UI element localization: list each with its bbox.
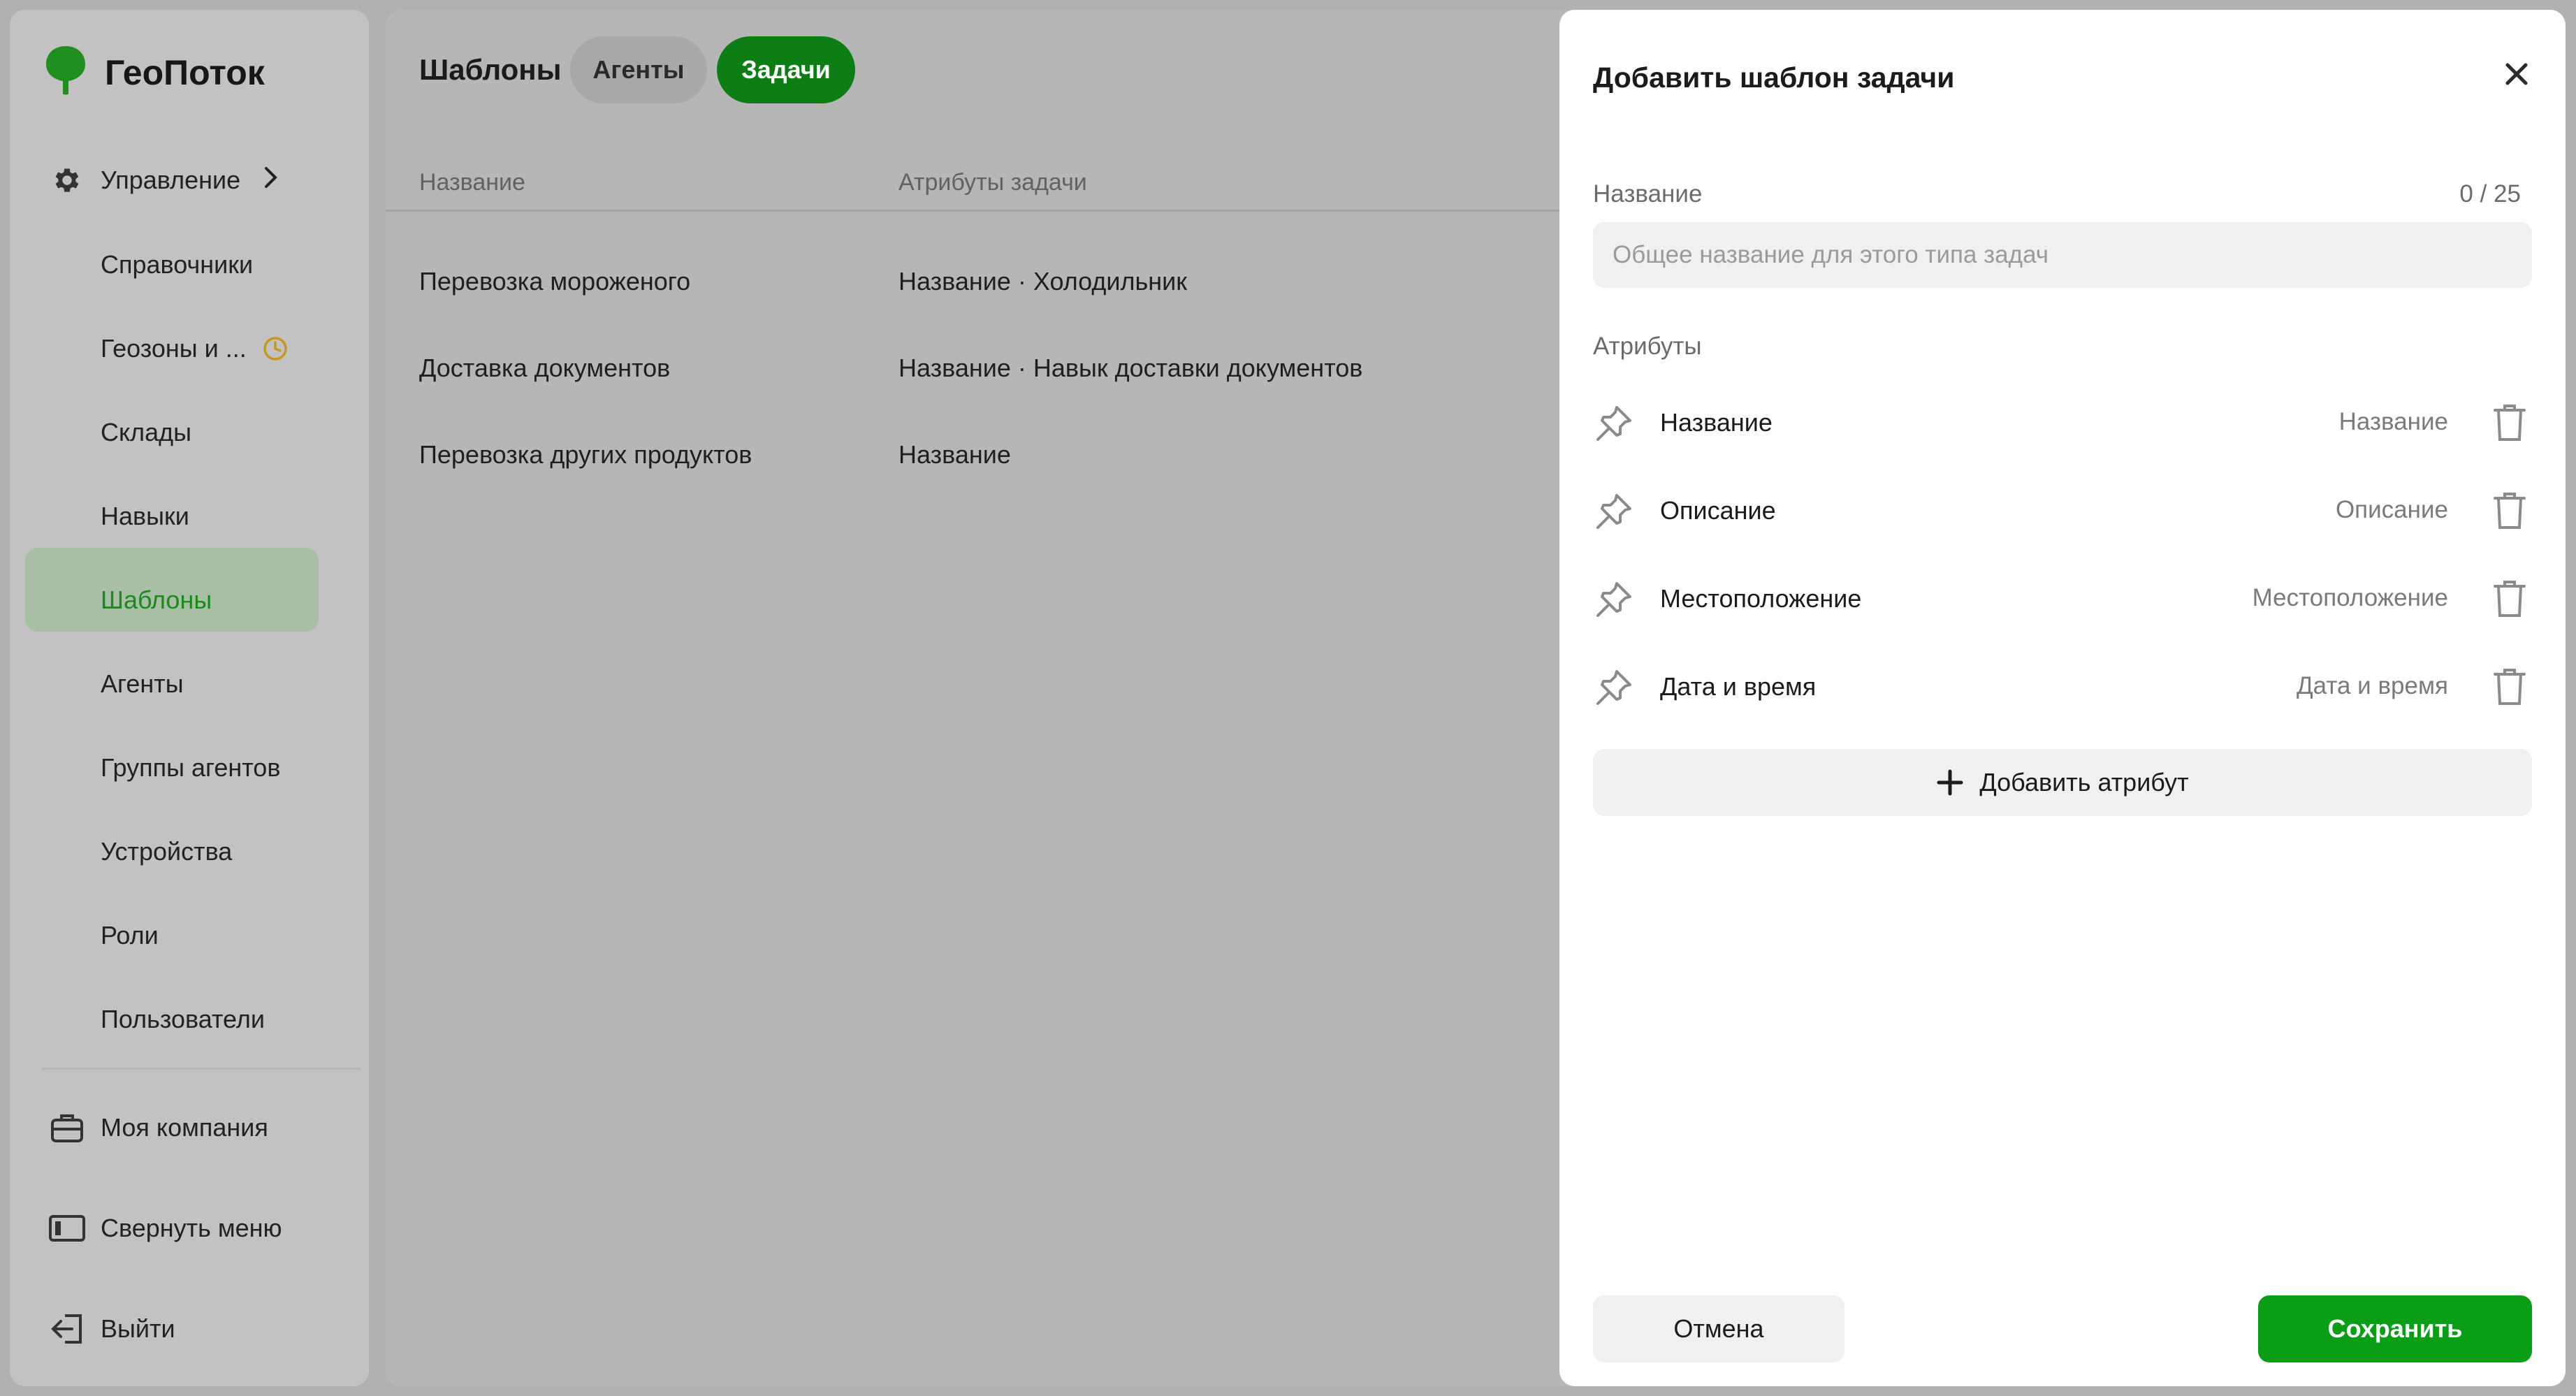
- sidebar-item-label: Роли: [101, 921, 159, 950]
- sidebar-item-agents[interactable]: Агенты: [101, 669, 184, 699]
- leaf-pin-icon: [45, 45, 87, 100]
- tab-tasks[interactable]: Задачи: [717, 36, 855, 103]
- pin-icon[interactable]: [1593, 402, 1635, 444]
- table-cell-name[interactable]: Перевозка других продуктов: [419, 440, 752, 470]
- delete-attribute-button[interactable]: [2487, 490, 2532, 534]
- delete-attribute-button[interactable]: [2487, 402, 2532, 446]
- sidebar-item-label: Справочники: [101, 250, 254, 279]
- sidebar-item-label: Устройства: [101, 837, 233, 866]
- sidebar-item-label: Геозоны и ...: [101, 334, 247, 363]
- close-icon: [2505, 62, 2528, 89]
- sidebar-item-label: Выйти: [101, 1314, 175, 1343]
- column-header-attributes: Атрибуты задачи: [898, 169, 1087, 196]
- sidebar-item-management[interactable]: Управление: [48, 161, 279, 200]
- table-cell-name[interactable]: Доставка документов: [419, 354, 670, 383]
- attribute-type: Описание: [2335, 496, 2448, 523]
- sidebar-item-skills[interactable]: Навыки: [101, 502, 189, 531]
- trash-icon: [2492, 491, 2527, 534]
- sidebar-item-label: Навыки: [101, 502, 189, 530]
- sidebar-item-label: Моя компания: [101, 1113, 268, 1142]
- attribute-row: Дата и время Дата и время: [1593, 655, 2532, 718]
- add-task-template-modal: Добавить шаблон задачи Название 0 / 25 А…: [1559, 10, 2566, 1386]
- attribute-type: Название: [2338, 408, 2448, 435]
- attribute-name: Местоположение: [1660, 584, 1862, 613]
- briefcase-icon: [48, 1108, 87, 1147]
- attribute-name: Описание: [1660, 496, 1776, 525]
- column-header-name: Название: [419, 169, 525, 196]
- pin-icon[interactable]: [1593, 490, 1635, 532]
- save-button[interactable]: Сохранить: [2258, 1295, 2532, 1362]
- sidebar-item-my-company[interactable]: Моя компания: [48, 1108, 268, 1147]
- sidebar-item-label: Шаблоны: [101, 586, 212, 614]
- cancel-button[interactable]: Отмена: [1593, 1295, 1844, 1362]
- clock-icon: [262, 335, 289, 362]
- attributes-label: Атрибуты: [1593, 333, 1702, 360]
- add-attribute-label: Добавить атрибут: [1979, 768, 2189, 797]
- brand[interactable]: ГеоПоток: [45, 45, 265, 100]
- name-char-counter: 0 / 25: [2459, 180, 2521, 208]
- attribute-name: Дата и время: [1660, 672, 1817, 701]
- sidebar-item-users[interactable]: Пользователи: [101, 1005, 265, 1034]
- plus-icon: [1936, 769, 1964, 797]
- sidebar-item-warehouses[interactable]: Склады: [101, 418, 191, 447]
- attribute-row: Местоположение Местоположение: [1593, 567, 2532, 630]
- table-cell-attributes: Название · Холодильник: [898, 267, 1187, 296]
- name-field-label: Название: [1593, 180, 1703, 208]
- sidebar-item-label: Свернуть меню: [101, 1214, 282, 1242]
- trash-icon: [2492, 667, 2527, 710]
- close-button[interactable]: [2497, 56, 2536, 95]
- table-cell-attributes: Название: [898, 440, 1011, 469]
- sidebar-logout-button[interactable]: Выйти: [48, 1309, 175, 1348]
- app-name: ГеоПоток: [105, 52, 265, 92]
- sidebar-collapse-icon: [48, 1209, 87, 1248]
- attribute-row: Название Название: [1593, 391, 2532, 454]
- modal-title: Добавить шаблон задачи: [1593, 61, 1955, 94]
- sidebar-item-label: Группы агентов: [101, 753, 281, 782]
- sidebar-item-label: Агенты: [101, 669, 184, 698]
- template-name-input[interactable]: [1593, 222, 2532, 288]
- logout-icon: [48, 1309, 87, 1348]
- pin-icon[interactable]: [1593, 667, 1635, 708]
- page-title: Шаблоны: [419, 53, 562, 86]
- sidebar-item-templates[interactable]: Шаблоны: [101, 586, 212, 615]
- table-cell-attributes: Название · Навык доставки документов: [898, 354, 1363, 382]
- sidebar-item-label: Склады: [101, 418, 192, 446]
- attribute-name: Название: [1660, 408, 1773, 437]
- attribute-type: Местоположение: [2252, 584, 2448, 611]
- attribute-type: Дата и время: [2296, 672, 2448, 699]
- sidebar-item-devices[interactable]: Устройства: [101, 837, 232, 866]
- delete-attribute-button[interactable]: [2487, 579, 2532, 622]
- sidebar-item-agent-groups[interactable]: Группы агентов: [101, 753, 280, 783]
- add-attribute-button[interactable]: Добавить атрибут: [1593, 749, 2532, 816]
- gear-icon: [48, 161, 87, 200]
- sidebar-item-label: Управление: [101, 166, 241, 194]
- sidebar-item-references[interactable]: Справочники: [101, 250, 253, 279]
- trash-icon: [2492, 403, 2527, 446]
- pin-icon[interactable]: [1593, 579, 1635, 620]
- sidebar-item-label: Пользователи: [101, 1005, 265, 1033]
- sidebar-item-roles[interactable]: Роли: [101, 921, 159, 950]
- sidebar-divider: [42, 1068, 361, 1070]
- trash-icon: [2492, 579, 2527, 622]
- delete-attribute-button[interactable]: [2487, 667, 2532, 710]
- table-cell-name[interactable]: Перевозка мороженого: [419, 267, 690, 296]
- attribute-row: Описание Описание: [1593, 479, 2532, 542]
- sidebar: ГеоПоток Управление Справочники Геозоны …: [10, 10, 369, 1386]
- chevron-right-icon: [263, 166, 279, 196]
- tab-agents[interactable]: Агенты: [570, 36, 707, 103]
- sidebar-item-geozones[interactable]: Геозоны и ...: [101, 334, 289, 363]
- sidebar-collapse-button[interactable]: Свернуть меню: [48, 1209, 282, 1248]
